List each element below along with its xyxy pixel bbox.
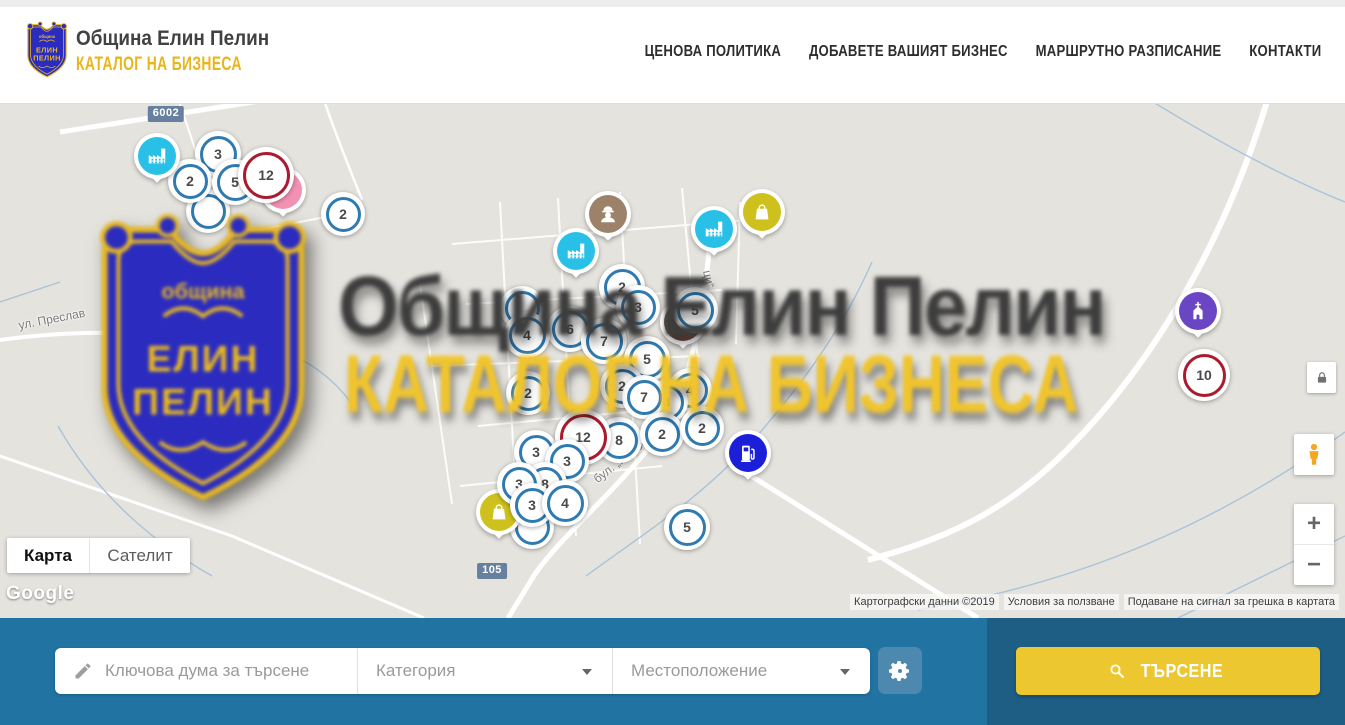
cluster-marker[interactable]: 2 [506, 371, 550, 415]
keyword-section [55, 648, 357, 694]
search-bar: Категория Местоположение [55, 648, 870, 694]
map-type-switcher: Карта Сателит [7, 538, 190, 573]
nav-item[interactable]: ДОБАВЕТЕ ВАШИЯТ БИЗНЕС [809, 43, 1008, 61]
municipality-logo[interactable]: община ЕЛИН ПЕЛИН [24, 20, 70, 80]
worker-icon [597, 203, 619, 225]
map-canvas[interactable]: ул. Преславбул. „Новоселци“ци“6002105 32… [0, 104, 1345, 618]
search-panel: Категория Местоположение ТЪРСЕНЕ [0, 618, 1345, 725]
category-pin[interactable] [1175, 288, 1221, 348]
cluster-marker[interactable]: 10 [1178, 349, 1230, 401]
cluster-marker[interactable]: 2 [680, 406, 724, 450]
cluster-marker[interactable]: 2 [640, 412, 684, 456]
chevron-down-icon[interactable] [840, 662, 850, 680]
nav-item[interactable]: МАРШРУТНО РАЗПИСАНИЕ [1035, 43, 1221, 61]
category-pin[interactable] [725, 430, 771, 490]
map-type-satellite-button[interactable]: Сателит [89, 538, 190, 573]
church-icon [1187, 300, 1209, 322]
category-pin[interactable] [553, 228, 599, 288]
attribution-link[interactable]: Подаване на сигнал за грешка в картата [1124, 594, 1339, 610]
brand-subtitle: КАТАЛОГ НА БИЗНЕСА [76, 54, 242, 76]
lock-button[interactable] [1307, 362, 1336, 393]
google-logo[interactable]: Google [6, 583, 74, 605]
zoom-controls: + − [1294, 504, 1334, 585]
pegman-icon [1301, 442, 1327, 468]
chevron-down-icon[interactable] [582, 662, 592, 680]
gear-icon [888, 659, 912, 683]
search-button[interactable]: ТЪРСЕНЕ [1016, 647, 1320, 695]
category-pin[interactable] [739, 189, 785, 249]
pencil-icon [73, 661, 93, 681]
location-dropdown[interactable]: Местоположение [612, 648, 870, 694]
shopping-bag-icon [488, 501, 510, 523]
cluster-marker[interactable]: 4 [504, 312, 550, 358]
shopping-bag-icon [751, 201, 773, 223]
category-pin[interactable] [691, 206, 737, 266]
header: община ЕЛИН ПЕЛИН Община Елин Пелин КАТА… [0, 0, 1345, 104]
zoom-in-button[interactable]: + [1294, 504, 1334, 545]
attribution-link[interactable]: Условия за ползване [1004, 594, 1119, 610]
shield-text-top: община [39, 34, 56, 39]
category-dropdown[interactable]: Категория [357, 648, 612, 694]
cluster-marker[interactable]: 2 [321, 192, 365, 236]
shield-text-line2: ПЕЛИН [33, 54, 61, 63]
location-dropdown-label: Местоположение [631, 661, 767, 681]
attribution-text: Картографски данни ©2019 [850, 594, 999, 610]
fuel-icon [737, 442, 759, 464]
page: ул. Преславбул. „Новоселци“ци“6002105 32… [0, 0, 1345, 725]
factory-icon [146, 145, 168, 167]
nav-item[interactable]: КОНТАКТИ [1249, 43, 1321, 61]
cluster-marker[interactable]: 5 [672, 287, 718, 333]
category-pin[interactable] [134, 133, 180, 193]
cluster-marker[interactable]: 7 [581, 318, 627, 364]
main-nav: ЦЕНОВА ПОЛИТИКА ДОБАВЕТЕ ВАШИЯТ БИЗНЕС МАР… [644, 0, 1321, 104]
markers-layer: 32512223564752248782231238334510 [0, 104, 1345, 618]
shield-text-line1: ЕЛИН [36, 45, 58, 54]
map-type-map-button[interactable]: Карта [7, 538, 89, 573]
category-dropdown-label: Категория [376, 661, 455, 681]
cluster-marker[interactable]: 3 [616, 285, 660, 329]
brand-title: Община Елин Пелин [76, 27, 280, 51]
factory-icon [565, 240, 587, 262]
map-attribution: Картографски данни ©2019 Условия за ползв… [850, 594, 1339, 610]
street-view-pegman-button[interactable] [1294, 434, 1334, 475]
cluster-marker[interactable]: 5 [664, 504, 710, 550]
search-button-label: ТЪРСЕНЕ [1141, 661, 1224, 682]
advanced-settings-button[interactable] [878, 647, 922, 694]
brand-block[interactable]: Община Елин Пелин КАТАЛОГ НА БИЗНЕСА [76, 27, 303, 76]
factory-icon [703, 218, 725, 240]
lock-icon [1315, 371, 1329, 385]
cluster-marker[interactable]: 4 [542, 480, 588, 526]
zoom-out-button[interactable]: − [1294, 545, 1334, 585]
nav-item[interactable]: ЦЕНОВА ПОЛИТИКА [644, 43, 781, 61]
cluster-marker[interactable]: 12 [238, 147, 294, 203]
search-icon [1108, 662, 1126, 680]
keyword-search-input[interactable] [105, 661, 335, 681]
